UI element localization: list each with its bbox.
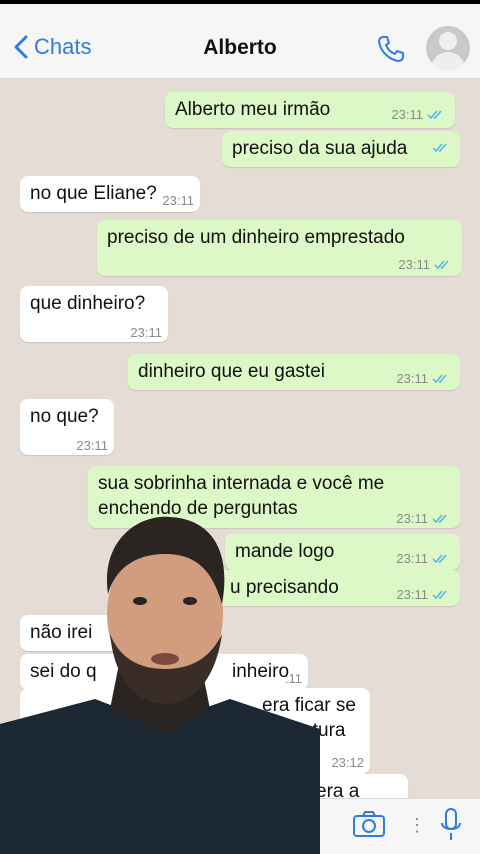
read-ticks-icon — [432, 554, 447, 563]
message-outgoing[interactable]: dinheiro que eu gastei 23:11 — [128, 354, 460, 390]
camera-icon[interactable] — [352, 809, 386, 839]
avatar-head-icon — [439, 32, 457, 50]
message-outgoing[interactable]: preciso da sua ajuda — [222, 131, 460, 167]
chat-screen: Chats Alberto Alberto meu irmão 23:11 pr… — [0, 4, 480, 854]
message-outgoing[interactable]: Alberto meu irmão 23:11 — [165, 92, 455, 128]
read-ticks-icon — [432, 590, 447, 599]
message-text: preciso de um dinheiro emprestado — [107, 227, 405, 248]
message-meta: 23:11 — [162, 188, 194, 213]
message-time: 23:11 — [396, 551, 428, 566]
message-meta: 23:11 — [396, 582, 450, 607]
message-time: 23:11 — [130, 325, 162, 340]
message-text: no que Eliane? — [30, 183, 157, 204]
read-ticks-icon — [432, 514, 447, 523]
message-outgoing[interactable]: preciso de um dinheiro emprestado 23:11 — [97, 220, 462, 276]
message-time: 23:12 — [331, 755, 364, 770]
message-time: 23:11 — [396, 511, 428, 526]
message-time: 23:11 — [391, 107, 423, 122]
person-video-overlay — [0, 516, 320, 854]
message-incoming[interactable]: no que Eliane? 23:11 — [20, 176, 200, 212]
message-text-line: sua sobrinha internada e você me — [98, 473, 385, 494]
message-meta: 23:12 — [331, 750, 364, 775]
phone-icon[interactable] — [376, 34, 406, 64]
message-meta — [428, 143, 450, 153]
message-text: Alberto meu irmão — [175, 99, 331, 120]
read-ticks-icon — [432, 143, 447, 153]
message-text: que dinheiro? — [30, 293, 146, 314]
message-time: 23:11 — [76, 438, 108, 453]
message-text: dinheiro que eu gastei — [138, 361, 325, 382]
contact-avatar[interactable] — [426, 26, 470, 70]
message-meta: 23:11 — [396, 506, 450, 531]
message-meta: 23:11 — [76, 433, 108, 458]
message-time: 23:11 — [398, 257, 430, 272]
read-ticks-icon — [432, 374, 447, 383]
navigation-bar: Chats Alberto — [0, 4, 480, 79]
microphone-icon[interactable] — [440, 807, 462, 843]
message-meta: 23:11 — [396, 366, 450, 391]
message-text: no que? — [30, 406, 99, 427]
read-ticks-icon — [427, 110, 442, 119]
message-time: 23:11 — [396, 587, 428, 602]
avatar-body-icon — [431, 52, 465, 70]
message-meta: 23:11 — [396, 546, 450, 571]
message-time: 23:11 — [162, 193, 194, 208]
read-ticks-icon — [434, 260, 449, 269]
more-icon[interactable]: ⋮ — [408, 815, 426, 836]
message-meta: 23:11 — [130, 320, 162, 345]
message-text: preciso da sua ajuda — [232, 138, 408, 159]
message-meta: 23:11 — [391, 102, 445, 127]
message-incoming[interactable]: no que? 23:11 — [20, 399, 114, 455]
message-meta: 23:11 — [398, 252, 452, 277]
message-incoming[interactable]: que dinheiro? 23:11 — [20, 286, 168, 342]
chat-title[interactable]: Alberto — [0, 36, 480, 60]
message-time: 23:11 — [396, 371, 428, 386]
